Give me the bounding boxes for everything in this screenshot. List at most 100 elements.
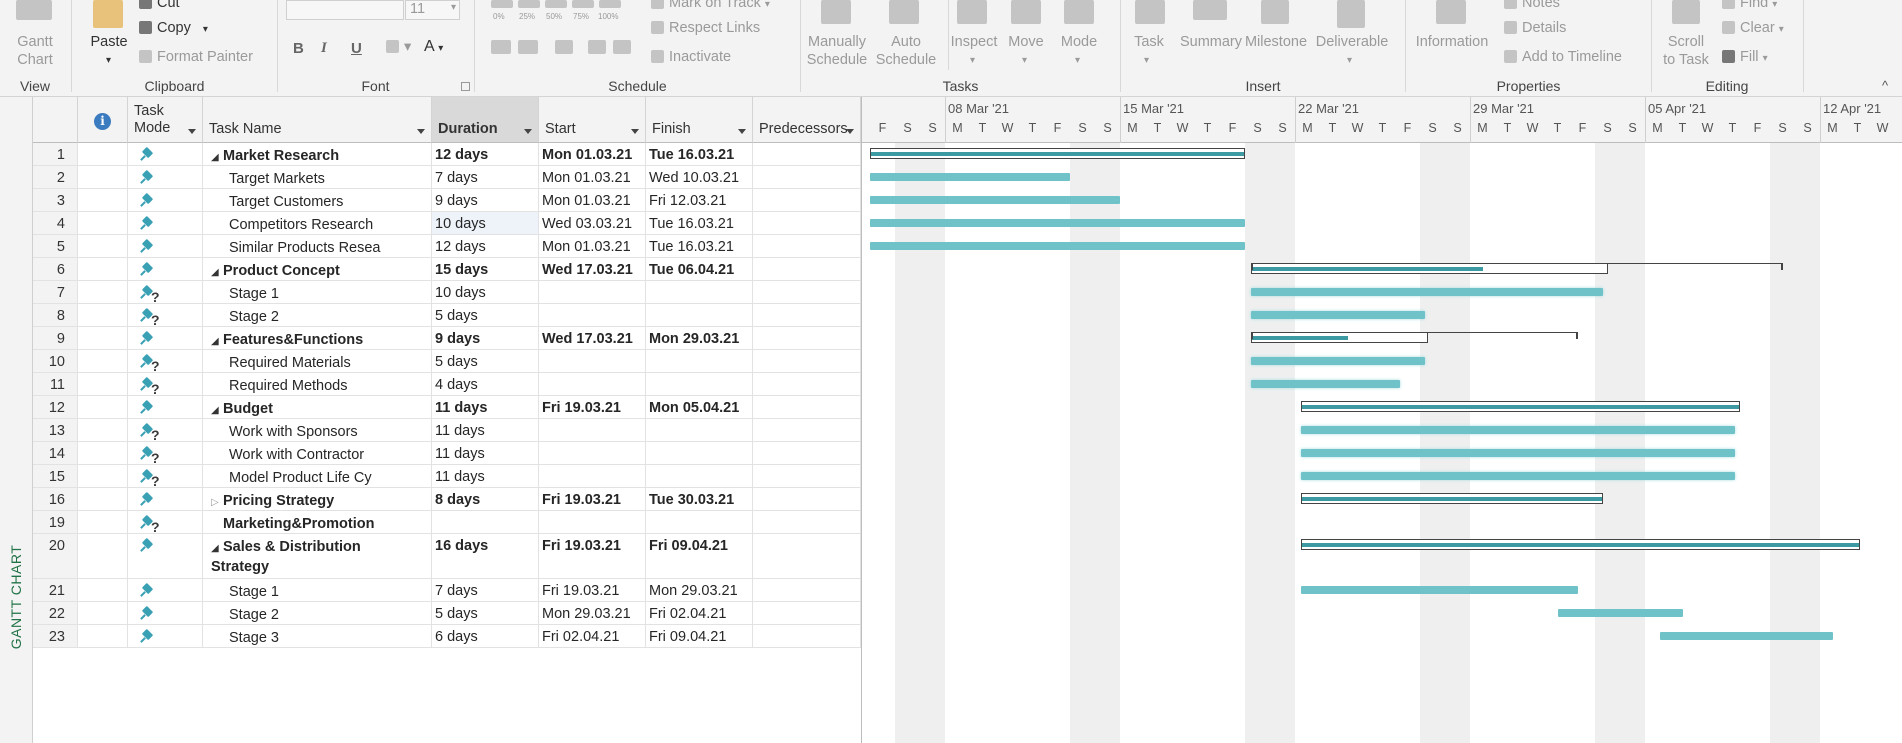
duration-cell[interactable]: 10 days [432, 281, 539, 303]
row-id[interactable]: 11 [33, 373, 78, 395]
pct-50-button[interactable]: 50% [546, 8, 562, 26]
font-size-combo[interactable]: 11 ▾ [405, 0, 460, 20]
duration-cell[interactable]: 8 days [432, 488, 539, 510]
predecessors-cell[interactable] [753, 189, 861, 211]
fill-color-button[interactable]: ▾ [386, 38, 411, 56]
finish-cell[interactable]: Tue 16.03.21 [646, 212, 753, 234]
row-id[interactable]: 10 [33, 350, 78, 372]
row-id[interactable]: 6 [33, 258, 78, 280]
task-mode-filter-icon[interactable] [188, 129, 196, 134]
duration-cell[interactable]: 15 days [432, 258, 539, 280]
predecessors-cell[interactable] [753, 350, 861, 372]
respect-links-button[interactable]: Respect Links [651, 19, 760, 37]
duration-cell[interactable]: 12 days [432, 235, 539, 257]
task-mode-cell[interactable]: ? [128, 350, 203, 372]
duration-cell[interactable]: 5 days [432, 304, 539, 326]
duration-filter-icon[interactable] [524, 129, 532, 134]
start-cell[interactable]: Mon 29.03.21 [539, 602, 646, 624]
row-id[interactable]: 4 [33, 212, 78, 234]
predecessors-cell[interactable] [753, 625, 861, 647]
indicators-cell[interactable] [78, 258, 128, 280]
task-name-cell[interactable]: Model Product Life Cy [203, 465, 432, 487]
insert-task-button[interactable]: Task [1124, 33, 1174, 51]
start-cell[interactable]: Fri 19.03.21 [539, 534, 646, 578]
task-name-cell[interactable]: Stage 1 [203, 281, 432, 303]
task-name-cell[interactable]: Required Methods [203, 373, 432, 395]
insert-milestone-button[interactable]: Milestone [1243, 33, 1309, 51]
finish-cell[interactable]: Mon 05.04.21 [646, 396, 753, 418]
pct-75-button[interactable]: 75% [573, 8, 589, 26]
task-bar[interactable] [870, 242, 1245, 250]
collapse-ribbon-icon[interactable]: ^ [1882, 78, 1888, 93]
finish-cell[interactable]: Mon 29.03.21 [646, 327, 753, 349]
link-icon[interactable] [588, 40, 606, 54]
task-mode-cell[interactable]: ? [128, 373, 203, 395]
duration-cell[interactable]: 11 days [432, 442, 539, 464]
cut-button[interactable]: Cut [139, 0, 180, 12]
task-mode-cell[interactable] [128, 488, 203, 510]
finish-cell[interactable] [646, 373, 753, 395]
information-button[interactable]: Information [1410, 33, 1494, 51]
deliverable-dropdown-icon[interactable]: ▾ [1347, 52, 1352, 70]
duration-cell[interactable]: 11 days [432, 465, 539, 487]
manual-task-bar[interactable] [1251, 311, 1425, 319]
copy-dropdown-icon[interactable]: ▾ [203, 24, 208, 35]
manual-task-bar[interactable] [1301, 426, 1735, 434]
task-name-cell[interactable]: ◢ Market Research [203, 143, 432, 165]
column-header-duration[interactable]: Duration [432, 97, 539, 143]
table-row[interactable]: 23 Stage 3 6 days Fri 02.04.21 Fri 09.04.21 [33, 625, 861, 648]
finish-filter-icon[interactable] [738, 129, 746, 134]
task-name-cell[interactable]: Work with Contractor [203, 442, 432, 464]
move-dropdown-icon[interactable]: ▾ [1022, 52, 1027, 70]
duration-cell[interactable]: 4 days [432, 373, 539, 395]
manual-task-bar[interactable] [1251, 380, 1400, 388]
start-filter-icon[interactable] [631, 129, 639, 134]
table-row[interactable]: 20 ◢ Sales & Distribution Strategy 16 days F… [33, 534, 861, 579]
find-button[interactable]: Find ▾ [1722, 0, 1777, 14]
manual-summary-bracket[interactable] [1251, 263, 1783, 270]
indicators-cell[interactable] [78, 579, 128, 601]
task-mode-cell[interactable] [128, 602, 203, 624]
task-name-cell[interactable]: Marketing&Promotion [203, 511, 432, 533]
task-mode-cell[interactable] [128, 189, 203, 211]
add-to-timeline-button[interactable]: Add to Timeline [1504, 48, 1622, 66]
manual-summary-bracket[interactable] [1251, 332, 1578, 339]
table-row[interactable]: 1 ◢ Market Research 12 days Mon 01.03.21 Tue … [33, 143, 861, 166]
pct-0-button[interactable]: 0% [493, 8, 505, 26]
predecessors-cell[interactable] [753, 396, 861, 418]
task-name-cell[interactable]: ◢ Product Concept [203, 258, 432, 280]
row-id[interactable]: 20 [33, 534, 78, 578]
table-row[interactable]: 15? Model Product Life Cy 11 days [33, 465, 861, 488]
notes-button[interactable]: Notes [1504, 0, 1560, 12]
duration-cell[interactable]: 12 days [432, 143, 539, 165]
underline-button[interactable]: U [351, 40, 362, 57]
unlink-icon[interactable] [613, 40, 631, 54]
finish-cell[interactable]: Fri 09.04.21 [646, 534, 753, 578]
task-name-cell[interactable]: Stage 2 [203, 602, 432, 624]
row-id[interactable]: 8 [33, 304, 78, 326]
table-row[interactable]: 2 Target Markets 7 days Mon 01.03.21 Wed 10.… [33, 166, 861, 189]
summary-bar[interactable] [870, 148, 1245, 159]
finish-cell[interactable]: Wed 10.03.21 [646, 166, 753, 188]
indicators-cell[interactable] [78, 625, 128, 647]
duration-cell[interactable]: 6 days [432, 625, 539, 647]
start-cell[interactable] [539, 373, 646, 395]
predecessors-cell[interactable] [753, 166, 861, 188]
task-mode-cell[interactable] [128, 212, 203, 234]
finish-cell[interactable]: Mon 29.03.21 [646, 579, 753, 601]
duration-cell[interactable]: 11 days [432, 396, 539, 418]
gantt-chart[interactable]: 08 Mar '21 15 Mar '21 22 Mar '21 29 Mar '21… [861, 97, 1902, 743]
mode-button[interactable]: Mode [1055, 33, 1103, 51]
duration-cell[interactable]: 10 days [432, 212, 539, 234]
table-row[interactable]: 4 Competitors Research 10 days Wed 03.03.21… [33, 212, 861, 235]
predecessors-cell[interactable] [753, 465, 861, 487]
row-id[interactable]: 16 [33, 488, 78, 510]
start-cell[interactable] [539, 465, 646, 487]
manual-task-bar[interactable] [1251, 288, 1603, 296]
bold-button[interactable]: B [293, 40, 304, 57]
task-name-cell[interactable]: Work with Sponsors [203, 419, 432, 441]
task-name-cell[interactable]: Competitors Research [203, 212, 432, 234]
start-cell[interactable] [539, 442, 646, 464]
indicators-cell[interactable] [78, 511, 128, 533]
task-mode-cell[interactable]: ? [128, 465, 203, 487]
